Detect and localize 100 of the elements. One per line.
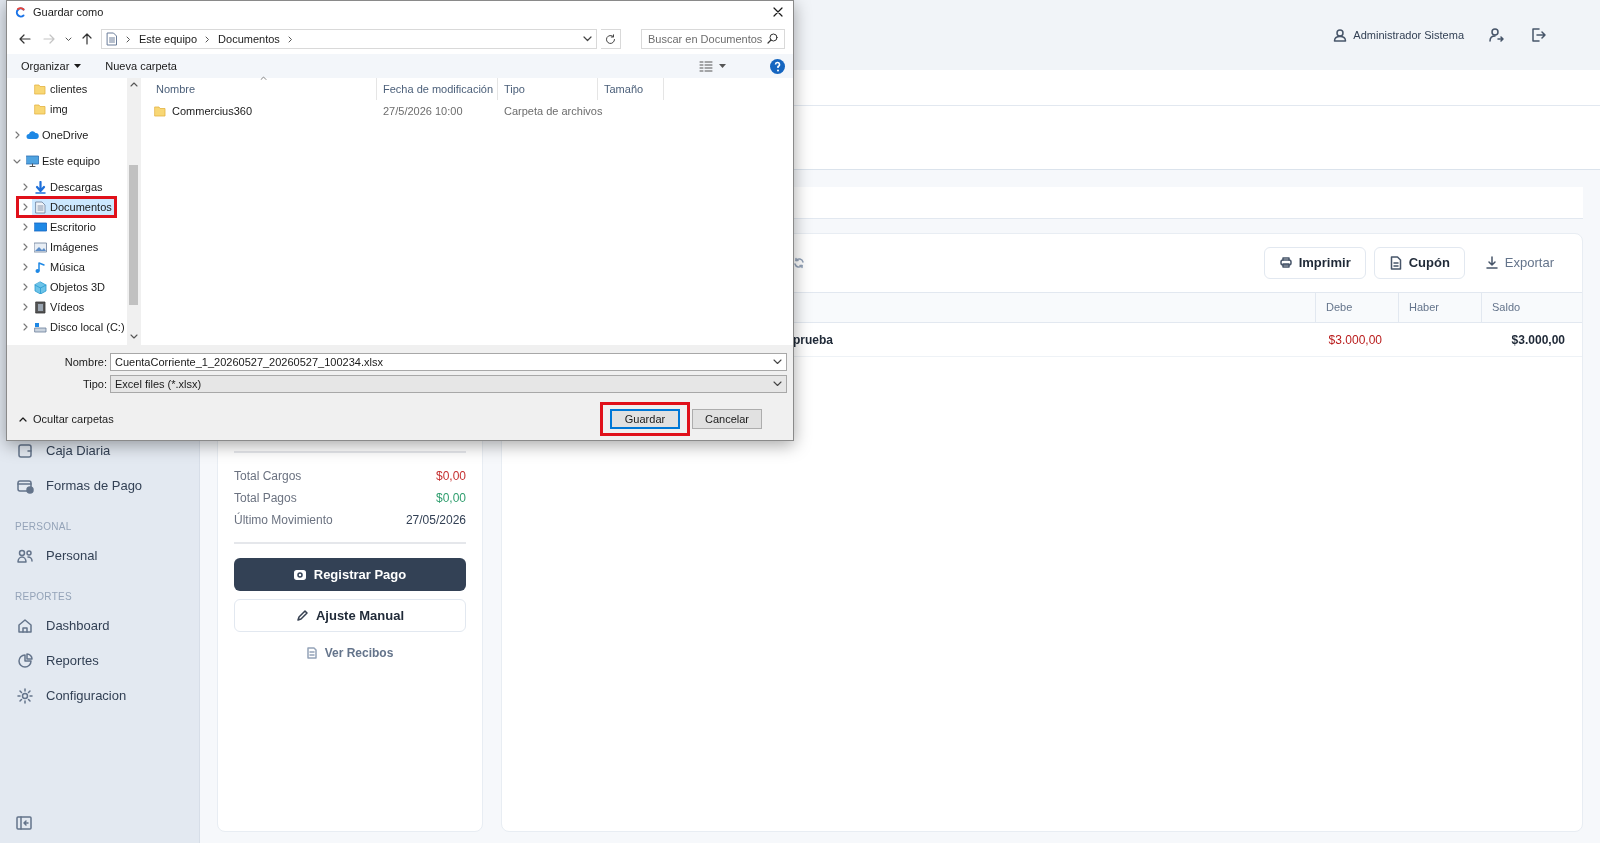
tree-item[interactable]: clientes xyxy=(32,80,90,98)
column-header: Debe xyxy=(1315,293,1398,322)
chevron-down-icon xyxy=(773,381,782,387)
file-type: Carpeta de archivos xyxy=(504,104,603,117)
filename-field[interactable]: CuentaCorriente_1_20260527_20260527_100234.xlsx xyxy=(110,353,787,371)
search-field[interactable]: Buscar en Documentos xyxy=(641,29,785,49)
sidebar-item[interactable]: Formas de Pago xyxy=(0,468,199,503)
chart-icon xyxy=(16,651,34,670)
file-date: 27/5/2026 10:00 xyxy=(383,104,463,117)
sidebar-item[interactable]: Personal xyxy=(0,538,199,573)
summary-label: Total Pagos xyxy=(234,489,297,507)
pictures-icon xyxy=(34,240,47,254)
tree-item[interactable]: Descargas xyxy=(32,178,105,196)
dialog-button[interactable]: Guardar xyxy=(610,409,680,429)
dialog-button[interactable]: Cancelar xyxy=(692,409,762,429)
chevron-right-icon xyxy=(126,35,131,43)
chevron-down-icon xyxy=(129,334,138,339)
sidebar-item[interactable]: Dashboard xyxy=(0,608,199,643)
toolbar-button[interactable]: Cupón xyxy=(1373,247,1465,279)
home-icon xyxy=(16,616,34,635)
column-header: Saldo xyxy=(1481,293,1582,322)
hide-folders-button[interactable]: Ocultar carpetas xyxy=(19,410,114,428)
column-header[interactable]: Nombre xyxy=(150,78,377,100)
user-menu[interactable]: Administrador Sistema xyxy=(1333,26,1464,44)
scrollbar[interactable] xyxy=(126,78,141,345)
download-icon xyxy=(34,180,47,194)
sidebar-item[interactable]: Configuracion xyxy=(0,678,199,713)
summary-label: Último Movimiento xyxy=(234,511,333,529)
refresh-icon xyxy=(793,257,805,269)
tree-item[interactable]: Disco local (C:) xyxy=(32,318,127,336)
chevron-right-icon xyxy=(205,35,211,43)
organize-menu[interactable]: Organizar xyxy=(21,57,82,75)
switch-user-button[interactable] xyxy=(1486,25,1506,45)
chevron-up-icon xyxy=(129,82,138,87)
download-icon xyxy=(1484,256,1499,270)
section-label: PERSONAL xyxy=(15,520,72,534)
objects-icon xyxy=(34,280,47,294)
pc-icon xyxy=(26,154,39,168)
breadcrumb-item[interactable]: Este equipo xyxy=(139,30,198,48)
app-icon xyxy=(15,6,25,18)
manual-adjust-button[interactable]: Ajuste Manual xyxy=(234,599,466,632)
register-payment-button[interactable]: Registrar Pago xyxy=(234,558,466,591)
back-arrow-icon xyxy=(19,33,31,45)
column-header[interactable]: Tamaño xyxy=(598,78,664,100)
settings-icon xyxy=(16,686,34,705)
column-header[interactable]: Tipo xyxy=(498,78,598,100)
chevron-right-icon xyxy=(287,35,293,43)
address-bar[interactable]: Este equipo Documentos xyxy=(101,29,597,49)
refresh-icon xyxy=(605,33,616,45)
documents-icon xyxy=(34,200,47,214)
file-name[interactable]: Commercius360 xyxy=(172,102,253,120)
table-cell-text: $3.000,00 xyxy=(1511,331,1565,349)
receipts-link[interactable]: Ver Recibos xyxy=(234,642,466,664)
chevron-down-icon xyxy=(773,359,782,365)
file-type-select[interactable]: Excel files (*.xlsx) xyxy=(110,375,787,393)
pencil-icon xyxy=(295,609,308,622)
tree-item[interactable]: Vídeos xyxy=(32,298,87,316)
refresh-button[interactable] xyxy=(601,29,621,49)
receipt-icon xyxy=(306,647,317,659)
tree-item[interactable]: Objetos 3D xyxy=(32,278,108,296)
toolbar-button[interactable]: Imprimir xyxy=(1263,247,1366,279)
tree-item[interactable]: Este equipo xyxy=(24,152,103,170)
tree-item[interactable]: Música xyxy=(32,258,87,276)
search-icon xyxy=(767,33,778,44)
summary-value: $0,00 xyxy=(435,489,466,507)
breadcrumb-item[interactable]: Documentos xyxy=(218,30,280,48)
chevron-down-icon xyxy=(583,36,592,42)
drive-icon xyxy=(34,320,47,334)
logout-icon xyxy=(1530,27,1546,43)
details-view-icon xyxy=(699,60,713,72)
tree-item[interactable]: Imágenes xyxy=(32,238,101,256)
sidebar-item[interactable]: Caja Diaria xyxy=(0,433,199,468)
help-icon xyxy=(770,58,785,74)
sidebar-item[interactable]: Reportes xyxy=(0,643,199,678)
toolbar-button[interactable]: Exportar xyxy=(1472,247,1566,279)
tree-item[interactable]: Escritorio xyxy=(32,218,98,236)
desktop-icon xyxy=(34,220,47,234)
music-icon xyxy=(34,260,47,274)
tree-item[interactable]: img xyxy=(32,100,70,118)
view-menu[interactable] xyxy=(699,60,726,72)
user-icon xyxy=(1333,28,1348,42)
money-icon xyxy=(293,569,306,580)
up-arrow-icon xyxy=(81,33,93,45)
caret-icon xyxy=(719,64,726,68)
chevron-down-icon xyxy=(64,36,72,42)
wallet-icon xyxy=(16,441,34,460)
dialog-title: Guardar como xyxy=(33,4,104,20)
section-label: REPORTES xyxy=(15,590,72,604)
documents-icon xyxy=(106,32,118,46)
scrollbar-thumb[interactable] xyxy=(129,165,139,305)
column-header: Haber xyxy=(1398,293,1481,322)
document-icon xyxy=(1388,256,1403,270)
new-folder-button[interactable]: Nueva carpeta xyxy=(105,57,177,75)
summary-value: $0,00 xyxy=(435,467,466,485)
help-button[interactable] xyxy=(770,58,785,74)
column-header[interactable]: Fecha de modificación xyxy=(377,78,498,100)
tree-item[interactable]: OneDrive xyxy=(24,126,91,144)
field-label: Nombre: xyxy=(64,354,107,370)
forward-arrow-icon xyxy=(43,33,55,45)
folder-icon xyxy=(154,104,167,118)
